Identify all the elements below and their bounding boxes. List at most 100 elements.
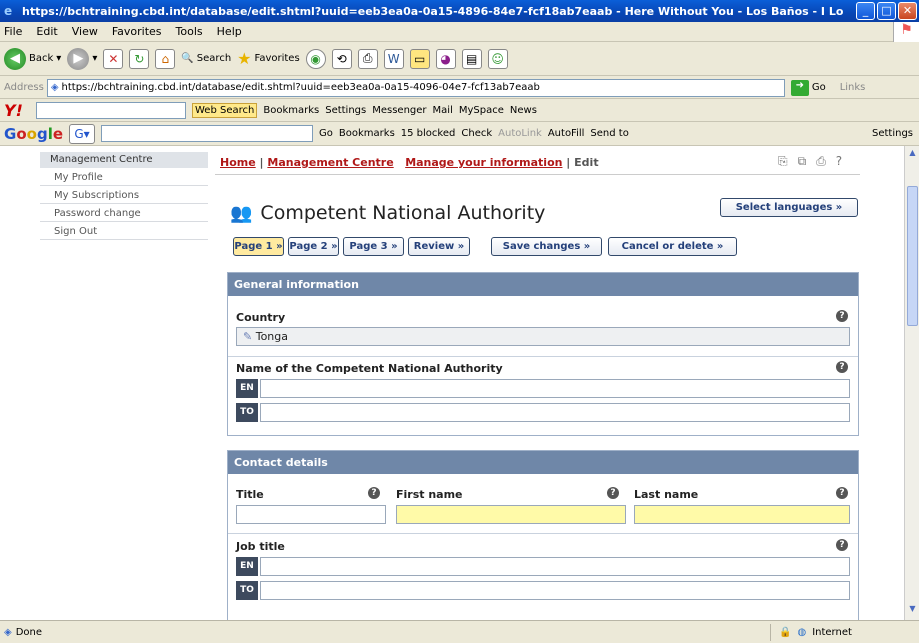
maximize-button[interactable]: □ bbox=[877, 2, 896, 20]
breadcrumb-management-centre[interactable]: Management Centre bbox=[267, 156, 393, 169]
forward-button[interactable]: ▶ ▾ bbox=[67, 47, 97, 70]
minimize-button[interactable]: _ bbox=[856, 2, 875, 20]
menu-edit[interactable]: Edit bbox=[36, 25, 57, 38]
divider bbox=[215, 174, 860, 175]
zone-label: Internet bbox=[812, 627, 852, 638]
yahoo-news[interactable]: News bbox=[510, 105, 537, 116]
google-check[interactable]: Check bbox=[461, 128, 492, 139]
yahoo-logo-icon[interactable]: Y! bbox=[4, 101, 30, 120]
save-changes-button[interactable]: Save changes » bbox=[491, 237, 602, 256]
home-icon[interactable]: ⌂ bbox=[155, 48, 176, 69]
users-icon[interactable]: ☺ bbox=[487, 48, 508, 69]
edit-word-icon[interactable]: W bbox=[383, 48, 404, 69]
breadcrumb-manage-info[interactable]: Manage your information bbox=[405, 156, 562, 169]
review-button[interactable]: Review » bbox=[408, 237, 470, 256]
vertical-scrollbar[interactable]: ▲ ▼ bbox=[904, 146, 919, 620]
cna-name-help-icon[interactable]: ? bbox=[836, 361, 848, 373]
job-title-label: Job title bbox=[236, 540, 285, 553]
google-bookmarks[interactable]: Bookmarks bbox=[339, 128, 395, 139]
yahoo-settings[interactable]: Settings bbox=[325, 105, 366, 116]
window-title: https://bchtraining.cbd.int/database/edi… bbox=[22, 4, 844, 18]
job-title-help-icon[interactable]: ? bbox=[836, 539, 848, 551]
menu-view[interactable]: View bbox=[72, 25, 98, 38]
menu-file[interactable]: File bbox=[4, 25, 22, 38]
menu-favorites[interactable]: Favorites bbox=[112, 25, 162, 38]
google-search-input[interactable] bbox=[101, 125, 314, 142]
general-information-panel: General information Country ? ✎ Tonga Na… bbox=[227, 272, 859, 436]
yahoo-search-input[interactable] bbox=[36, 102, 186, 119]
breadcrumb-home[interactable]: Home bbox=[220, 156, 256, 169]
close-button[interactable]: ✕ bbox=[898, 2, 917, 20]
cna-name-en-input[interactable] bbox=[260, 379, 850, 398]
sidebar: Management Centre My Profile My Subscrip… bbox=[0, 146, 210, 620]
title-input[interactable] bbox=[236, 505, 386, 524]
yahoo-messenger[interactable]: Messenger bbox=[372, 105, 426, 116]
scroll-up-icon[interactable]: ▲ bbox=[907, 148, 918, 162]
sidebar-item-my-profile[interactable]: My Profile bbox=[40, 169, 208, 186]
google-autofill[interactable]: AutoFill bbox=[548, 128, 585, 139]
sidebar-header[interactable]: Management Centre bbox=[40, 152, 208, 168]
job-title-en-input[interactable] bbox=[260, 557, 850, 576]
scroll-down-icon[interactable]: ▼ bbox=[907, 604, 918, 618]
title-help-icon[interactable]: ? bbox=[368, 487, 380, 499]
yahoo-myspace[interactable]: MySpace bbox=[459, 105, 504, 116]
google-autolink[interactable]: AutoLink bbox=[498, 128, 542, 139]
pencil-icon: ✎ bbox=[243, 330, 253, 343]
page-content: Management Centre My Profile My Subscrip… bbox=[0, 146, 904, 620]
print-icon[interactable]: ⎙ bbox=[357, 48, 378, 69]
forward-arrow-icon: ▶ bbox=[67, 47, 90, 70]
google-g-menu-icon[interactable]: G▾ bbox=[69, 123, 96, 144]
select-languages-button[interactable]: Select languages » bbox=[720, 198, 858, 217]
google-go[interactable]: Go bbox=[319, 128, 333, 139]
print-page-icon[interactable]: ⎙ bbox=[816, 154, 826, 169]
sidebar-item-sign-out[interactable]: Sign Out bbox=[40, 223, 208, 240]
window-titlebar: e https://bchtraining.cbd.int/database/e… bbox=[0, 0, 919, 22]
address-label: Address bbox=[4, 82, 44, 93]
scroll-thumb[interactable] bbox=[907, 186, 918, 326]
contact-details-panel: Contact details Title ? First name ? Las… bbox=[227, 450, 859, 620]
copy-icon[interactable]: ⧉ bbox=[798, 154, 807, 169]
google-logo-icon[interactable]: Google bbox=[4, 125, 63, 143]
country-help-icon[interactable]: ? bbox=[836, 310, 848, 322]
help-icon[interactable]: ? bbox=[836, 154, 842, 169]
sidebar-item-password-change[interactable]: Password change bbox=[40, 205, 208, 222]
back-button[interactable]: ◀ Back ▾ bbox=[4, 47, 61, 70]
history-icon[interactable]: ⟲ bbox=[331, 48, 352, 69]
search-button[interactable]: 🔍 Search bbox=[181, 53, 231, 64]
sidebar-item-my-subscriptions[interactable]: My Subscriptions bbox=[40, 187, 208, 204]
yahoo-mail[interactable]: Mail bbox=[433, 105, 453, 116]
google-popup-blocked[interactable]: 15 blocked bbox=[401, 128, 456, 139]
page1-button[interactable]: Page 1 » bbox=[233, 237, 284, 256]
google-toolbar: Google G▾ Go Bookmarks 15 blocked Check … bbox=[0, 122, 919, 146]
favorites-button[interactable]: ★ Favorites bbox=[237, 49, 300, 68]
last-name-help-icon[interactable]: ? bbox=[836, 487, 848, 499]
menu-bar: File Edit View Favorites Tools Help bbox=[0, 22, 919, 42]
page2-button[interactable]: Page 2 » bbox=[288, 237, 339, 256]
stop-icon[interactable]: ✕ bbox=[103, 48, 124, 69]
google-sendto[interactable]: Send to bbox=[590, 128, 628, 139]
go-button[interactable]: ➜ Go bbox=[790, 79, 826, 96]
cancel-delete-button[interactable]: Cancel or delete » bbox=[608, 237, 737, 256]
people-icon: 👥 bbox=[230, 202, 253, 224]
web-search-button[interactable]: Web Search bbox=[192, 103, 258, 118]
general-information-header: General information bbox=[228, 273, 858, 296]
menu-help[interactable]: Help bbox=[217, 25, 242, 38]
menu-tools[interactable]: Tools bbox=[176, 25, 203, 38]
google-settings[interactable]: Settings bbox=[872, 128, 913, 139]
refresh-icon[interactable]: ↻ bbox=[129, 48, 150, 69]
first-name-input[interactable] bbox=[396, 505, 626, 524]
research-icon[interactable]: ▤ bbox=[461, 48, 482, 69]
media-icon[interactable]: ◉ bbox=[305, 48, 326, 69]
folder-icon[interactable]: ▭ bbox=[409, 48, 430, 69]
row-divider bbox=[228, 533, 858, 534]
cna-name-to-input[interactable] bbox=[260, 403, 850, 422]
export-icon[interactable]: ⎘ bbox=[778, 154, 788, 169]
yahoo-bookmarks[interactable]: Bookmarks bbox=[263, 105, 319, 116]
address-input[interactable]: ◈ https://bchtraining.cbd.int/database/e… bbox=[46, 78, 785, 97]
first-name-help-icon[interactable]: ? bbox=[607, 487, 619, 499]
last-name-input[interactable] bbox=[634, 505, 850, 524]
links-label[interactable]: Links bbox=[840, 82, 866, 93]
messenger-icon[interactable]: ◕ bbox=[435, 48, 456, 69]
page3-button[interactable]: Page 3 » bbox=[343, 237, 404, 256]
job-title-to-input[interactable] bbox=[260, 581, 850, 600]
